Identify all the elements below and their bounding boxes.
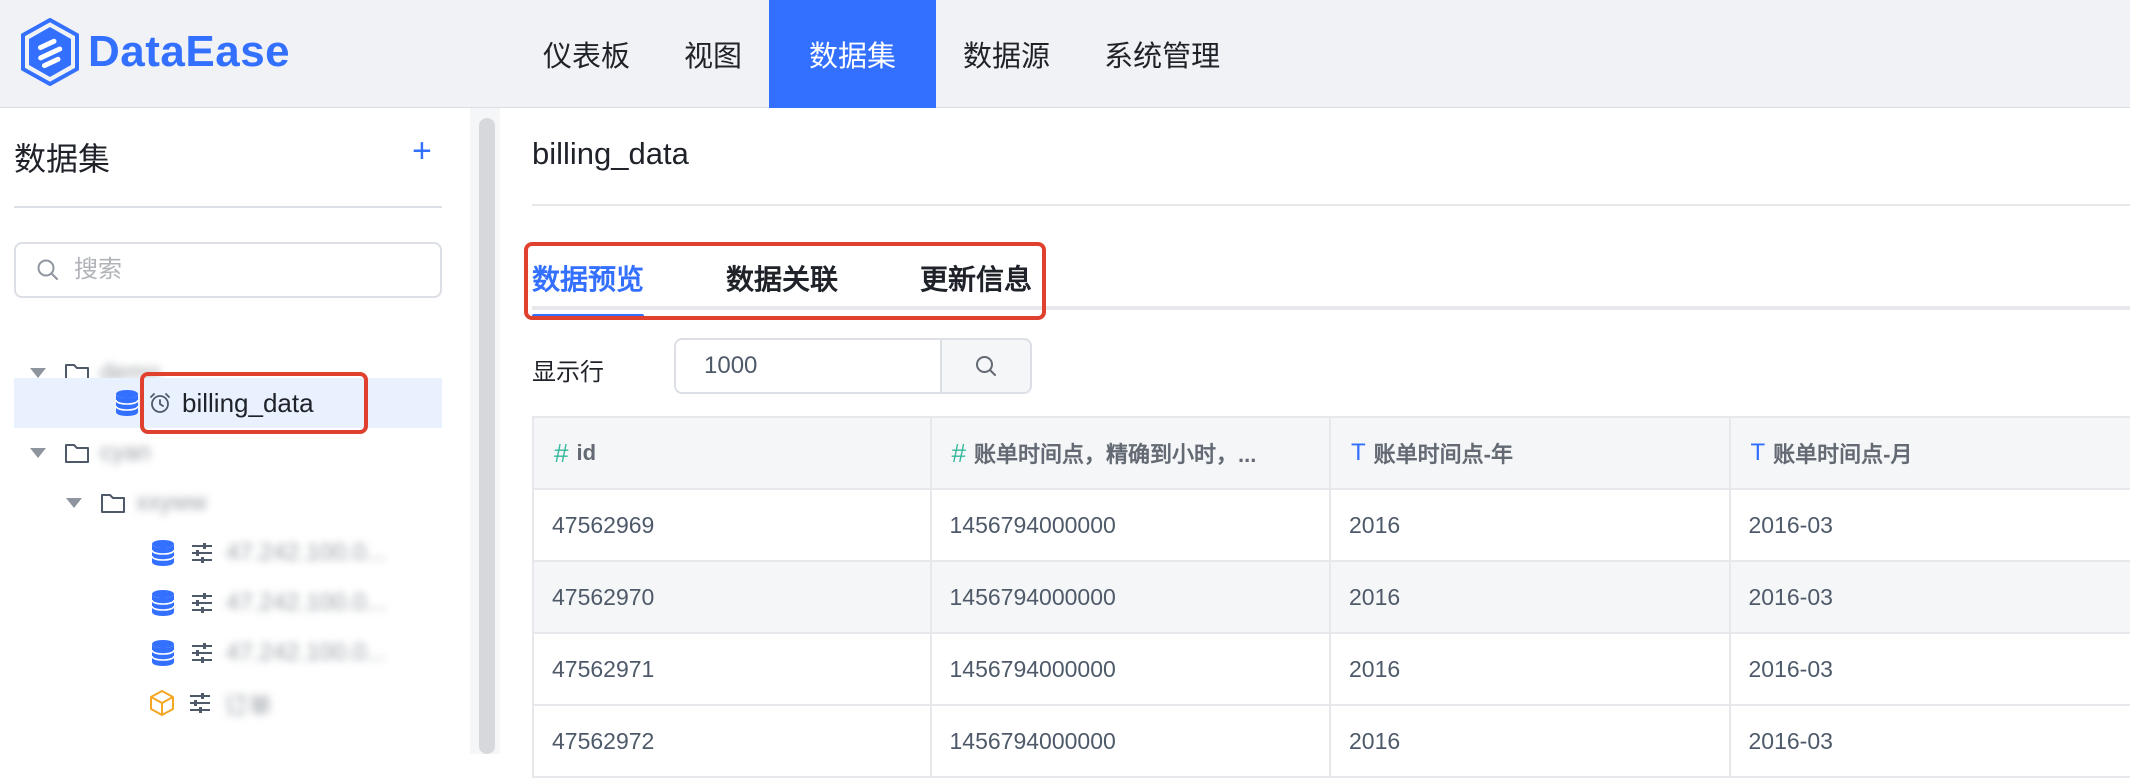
table-cell: 2016 <box>1331 634 1731 706</box>
dataset-sidebar: 数据集 + demo billing_data <box>0 108 470 754</box>
rows-field[interactable] <box>674 338 942 394</box>
folder-label: cyan <box>100 439 151 467</box>
sidebar-search[interactable] <box>14 242 442 298</box>
sliders-icon <box>190 592 214 614</box>
table-cell: 2016-03 <box>1731 706 2130 778</box>
title-divider <box>532 204 2130 206</box>
logo-text: DataEase <box>88 27 290 77</box>
table-cell: 47562971 <box>534 634 932 706</box>
alarm-clock-icon <box>148 391 172 415</box>
tab-update-info[interactable]: 更新信息 <box>920 248 1032 318</box>
tree-item-billing-data[interactable]: billing_data <box>14 378 442 428</box>
top-header: DataEase 仪表板 视图 数据集 数据源 系统管理 <box>0 0 2130 108</box>
sidebar-scrollbar-thumb[interactable] <box>479 118 495 754</box>
sidebar-divider <box>14 206 442 208</box>
table-cell: 1456794000000 <box>932 634 1332 706</box>
tree-item-label: 47.242.100.0... <box>226 639 386 667</box>
tree-item-dataset[interactable]: 47.242.100.0... <box>14 528 442 578</box>
database-icon <box>150 589 176 617</box>
dataset-detail: billing_data 数据预览 数据关联 更新信息 显示行 #id #账单时… <box>500 108 2130 754</box>
rows-search-button[interactable] <box>940 338 1032 394</box>
tree-folder-sub[interactable]: xxyww <box>14 478 442 528</box>
column-header[interactable]: T账单时间点-年 <box>1331 418 1731 490</box>
detail-tabs: 数据预览 数据关联 更新信息 <box>532 248 1114 318</box>
text-type-icon: T <box>1351 439 1366 467</box>
search-icon <box>36 258 60 282</box>
tree-item-dataset[interactable]: 47.242.100.0... <box>14 628 442 678</box>
sliders-icon <box>188 692 212 714</box>
table-cell: 1456794000000 <box>932 562 1332 634</box>
table-header-row: #id #账单时间点，精确到小时，... T账单时间点-年 T账单时间点-月 <box>534 418 2130 490</box>
cube-icon <box>148 689 176 717</box>
tree-item-label: billing_data <box>182 388 314 419</box>
rows-input[interactable] <box>704 352 904 380</box>
tab-data-preview[interactable]: 数据预览 <box>532 248 644 318</box>
database-icon <box>150 639 176 667</box>
table-cell: 47562970 <box>534 562 932 634</box>
tab-data-relation[interactable]: 数据关联 <box>726 248 838 318</box>
nav-view[interactable]: 视图 <box>657 0 769 108</box>
database-icon <box>150 539 176 567</box>
table-row: 47562971 1456794000000 2016 2016-03 <box>534 634 2130 706</box>
tree-item-label: 订单 <box>224 686 272 721</box>
table-cell: 2016-03 <box>1731 562 2130 634</box>
column-header[interactable]: T账单时间点-月 <box>1731 418 2130 490</box>
rows-label: 显示行 <box>532 352 604 387</box>
table-cell: 2016 <box>1331 562 1731 634</box>
sidebar-title: 数据集 <box>14 134 110 180</box>
search-icon <box>974 354 998 378</box>
data-preview-table: #id #账单时间点，精确到小时，... T账单时间点-年 T账单时间点-月 4… <box>532 416 2130 778</box>
tree-folder-cyan[interactable]: cyan <box>14 428 442 478</box>
logo-hexagon-icon <box>20 18 80 86</box>
table-row: 47562970 1456794000000 2016 2016-03 <box>534 562 2130 634</box>
tree-item-label: 47.242.100.0... <box>226 539 386 567</box>
main-nav: 仪表板 视图 数据集 数据源 系统管理 <box>516 0 1247 108</box>
table-cell: 2016-03 <box>1731 634 2130 706</box>
table-cell: 1456794000000 <box>932 706 1332 778</box>
table-cell: 1456794000000 <box>932 490 1332 562</box>
folder-label: xxyww <box>136 489 207 517</box>
nav-dataset[interactable]: 数据集 <box>769 0 936 108</box>
dataset-title: billing_data <box>532 136 689 172</box>
table-cell: 47562972 <box>534 706 932 778</box>
nav-system-admin[interactable]: 系统管理 <box>1077 0 1247 108</box>
plus-icon[interactable]: + <box>412 134 432 168</box>
table-cell: 2016-03 <box>1731 490 2130 562</box>
table-cell: 2016 <box>1331 490 1731 562</box>
table-row: 47562969 1456794000000 2016 2016-03 <box>534 490 2130 562</box>
column-header[interactable]: #id <box>534 418 932 490</box>
folder-icon <box>64 442 90 464</box>
column-header[interactable]: #账单时间点，精确到小时，... <box>932 418 1332 490</box>
tree-item-excel-dataset[interactable]: 订单 <box>14 678 442 728</box>
table-cell: 2016 <box>1331 706 1731 778</box>
nav-datasource[interactable]: 数据源 <box>936 0 1077 108</box>
caret-down-icon[interactable] <box>30 448 46 458</box>
number-type-icon: # <box>554 438 568 469</box>
text-type-icon: T <box>1751 439 1766 467</box>
number-type-icon: # <box>952 438 966 469</box>
caret-down-icon[interactable] <box>30 368 46 378</box>
database-icon <box>114 389 140 417</box>
sliders-icon <box>190 642 214 664</box>
table-row: 47562972 1456794000000 2016 2016-03 <box>534 706 2130 778</box>
tree-item-label: 47.242.100.0... <box>226 589 386 617</box>
tree-item-dataset[interactable]: 47.242.100.0... <box>14 578 442 628</box>
caret-down-icon[interactable] <box>66 498 82 508</box>
sliders-icon <box>190 542 214 564</box>
search-input[interactable] <box>74 256 394 284</box>
dataease-logo[interactable]: DataEase <box>20 16 290 88</box>
table-cell: 47562969 <box>534 490 932 562</box>
folder-icon <box>100 492 126 514</box>
nav-dashboard[interactable]: 仪表板 <box>516 0 657 108</box>
